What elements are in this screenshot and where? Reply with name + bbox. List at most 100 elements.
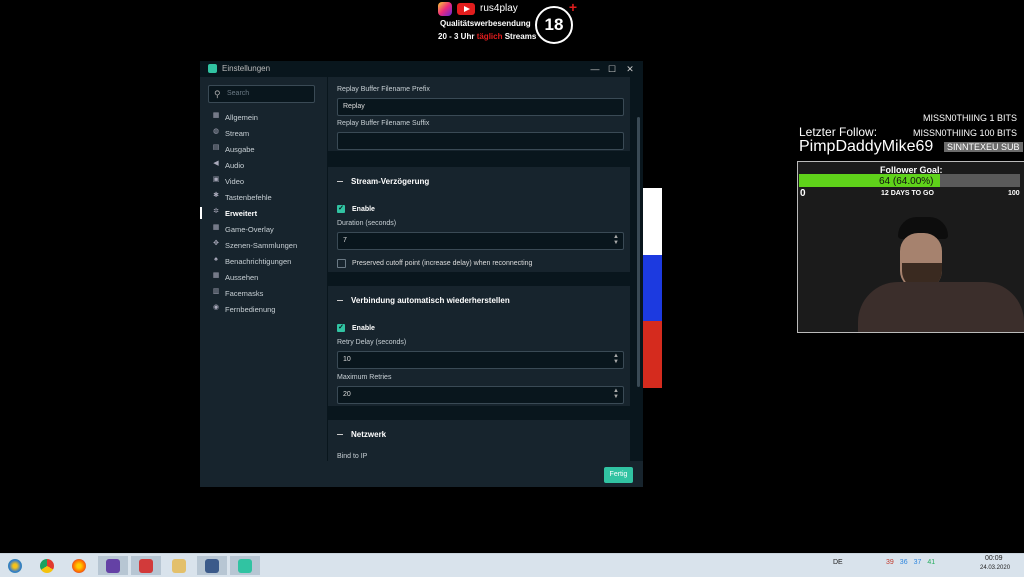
reconnect-header[interactable]: Verbindung automatisch wiederherstellen: [337, 296, 510, 305]
sidebar-item-label: Szenen-Sammlungen: [225, 241, 298, 250]
firefox-taskbar-icon[interactable]: [64, 556, 94, 575]
remote-icon: ◉: [212, 304, 220, 311]
replay-panel: Replay Buffer Filename Prefix Replay Rep…: [328, 77, 630, 151]
gears-icon: ✲: [213, 208, 219, 215]
replay-prefix-input[interactable]: Replay: [337, 98, 624, 116]
collapse-icon: [337, 300, 343, 302]
goal-max: 100: [1008, 190, 1020, 197]
sidebar-item-label: Fernbedienung: [225, 305, 276, 314]
maximize-button[interactable]: ☐: [605, 62, 619, 76]
sidebar-item-aussehen[interactable]: ▦ Aussehen: [200, 269, 327, 285]
banner-tagline: Qualitätswerbesendung: [440, 19, 531, 28]
streamlabs-app-icon: [208, 64, 217, 73]
reconnect-panel: Verbindung automatisch wiederherstellen …: [328, 286, 630, 406]
clock-time[interactable]: 00:09: [985, 555, 1003, 562]
settings-footer: Fertig: [200, 461, 643, 487]
russian-flag: [643, 188, 662, 388]
bell-icon: ♠: [214, 256, 218, 263]
retry-delay-input[interactable]: 10 ▲ ▼: [337, 351, 624, 369]
window-title: Einstellungen: [222, 64, 271, 73]
sub-tag: SINNTEXEU SUB: [944, 142, 1023, 152]
app-taskbar-icon[interactable]: [131, 556, 161, 575]
sidebar-item-label: Audio: [225, 161, 245, 170]
stepper-icon[interactable]: ▲ ▼: [613, 388, 619, 400]
mask-icon: ▥: [212, 288, 220, 295]
collection-icon: ✥: [213, 240, 219, 247]
replay-suffix-label: Replay Buffer Filename Suffix: [337, 120, 430, 127]
sidebar-item-label: Facemasks: [225, 289, 264, 298]
overlay-icon: ▦: [212, 224, 220, 231]
sidebar-item-label: Allgemein: [225, 113, 258, 122]
database-icon: ▤: [212, 144, 220, 151]
sidebar-item-benachrichtigungen[interactable]: ♠ Benachrichtigungen: [200, 253, 327, 269]
globe-icon: ◍: [212, 128, 220, 135]
stepper-icon[interactable]: ▲ ▼: [613, 234, 619, 246]
sidebar-item-szenen-sammlungen[interactable]: ✥ Szenen-Sammlungen: [200, 237, 327, 253]
start-button[interactable]: [0, 556, 30, 575]
stream-delay-panel: Stream-Verzögerung ✓ Enable Duration (se…: [328, 167, 630, 272]
tray-number: 37: [913, 559, 922, 566]
network-header[interactable]: Netzwerk: [337, 430, 386, 439]
explorer-taskbar-icon[interactable]: [164, 556, 194, 575]
sidebar-item-tastenbefehle[interactable]: ✱ Tastenbefehle: [200, 189, 327, 205]
done-button[interactable]: Fertig: [604, 467, 633, 483]
streamlabs-taskbar-icon[interactable]: [230, 556, 260, 575]
duration-label: Duration (seconds): [337, 220, 397, 227]
last-follow-label: Letzter Follow:: [799, 125, 878, 139]
tray-number: 39: [886, 559, 894, 566]
reconnect-enable-label: Enable: [352, 325, 375, 332]
sidebar-item-erweitert[interactable]: ✲ Erweitert: [200, 205, 327, 221]
age-rating-badge: 18 +: [535, 0, 577, 44]
sidebar-item-fernbedienung[interactable]: ◉ Fernbedienung: [200, 301, 327, 317]
search-input[interactable]: ⚲ Search: [208, 85, 315, 103]
sidebar-item-audio[interactable]: ◀ Audio: [200, 157, 327, 173]
sidebar-item-ausgabe[interactable]: ▤ Ausgabe: [200, 141, 327, 157]
top-bits-text: MISSN0THIING 1 BITS: [923, 113, 1018, 123]
stream-delay-enable-checkbox[interactable]: ✓: [337, 205, 345, 213]
banner-schedule: 20 - 3 Uhr täglich Streams: [438, 32, 537, 41]
sidebar-item-label: Erweitert: [225, 209, 258, 218]
sidebar-item-video[interactable]: ▣ Video: [200, 173, 327, 189]
reconnect-enable-checkbox[interactable]: ✓: [337, 324, 345, 332]
clock-date[interactable]: 24.03.2020: [980, 565, 1010, 571]
sidebar-item-stream[interactable]: ◍ Stream: [200, 125, 327, 141]
collapse-icon: [337, 181, 343, 183]
last-follow-bits: MISSN0THIING 100 BITS: [913, 128, 1018, 138]
language-indicator[interactable]: DE: [833, 559, 843, 566]
film-icon: ▣: [212, 176, 220, 183]
search-placeholder: Search: [227, 90, 250, 97]
settings-sidebar: ⚲ Search ▦ Allgemein ◍ Stream ▤ Ausgabe ◀ Audio…: [200, 77, 327, 461]
scrollbar-thumb[interactable]: [637, 117, 640, 387]
max-retries-input[interactable]: 20 ▲ ▼: [337, 386, 624, 404]
preserve-cutoff-checkbox[interactable]: [337, 259, 346, 268]
grid-icon: ▦: [212, 112, 220, 119]
youtube-icon: [457, 3, 475, 15]
title-bar: Einstellungen — ☐ ✕: [200, 61, 643, 77]
media-taskbar-icon[interactable]: [197, 556, 227, 575]
days-left: 12 DAYS TO GO: [881, 190, 934, 197]
sidebar-item-facemasks[interactable]: ▥ Facemasks: [200, 285, 327, 301]
sidebar-item-game-overlay[interactable]: ▦ Game-Overlay: [200, 221, 327, 237]
goal-min: 0: [800, 188, 806, 199]
duration-input[interactable]: 7 ▲ ▼: [337, 232, 624, 250]
tray-temperatures: 39 36 37 41: [886, 559, 941, 566]
settings-nav: ▦ Allgemein ◍ Stream ▤ Ausgabe ◀ Audio ▣ Video ✱ Ta…: [200, 109, 327, 317]
sidebar-item-label: Video: [225, 177, 245, 186]
minimize-button[interactable]: —: [588, 62, 602, 76]
search-icon: ⚲: [214, 89, 221, 99]
sidebar-item-allgemein[interactable]: ▦ Allgemein: [200, 109, 327, 125]
max-retries-label: Maximum Retries: [337, 374, 392, 381]
sidebar-item-label: Ausgabe: [225, 145, 255, 154]
chrome-taskbar-icon[interactable]: [32, 556, 62, 575]
sidebar-item-label: Aussehen: [225, 273, 259, 282]
replay-suffix-input[interactable]: [337, 132, 624, 150]
stream-delay-header[interactable]: Stream-Verzögerung: [337, 177, 429, 186]
instagram-icon: [438, 2, 452, 16]
sidebar-item-label: Game-Overlay: [225, 225, 274, 234]
settings-content: Replay Buffer Filename Prefix Replay Rep…: [327, 77, 643, 461]
content-scrollbar[interactable]: [636, 77, 641, 461]
close-button[interactable]: ✕: [623, 62, 637, 76]
retry-delay-label: Retry Delay (seconds): [337, 339, 407, 346]
twitch-taskbar-icon[interactable]: [98, 556, 128, 575]
stepper-icon[interactable]: ▲ ▼: [613, 353, 619, 365]
